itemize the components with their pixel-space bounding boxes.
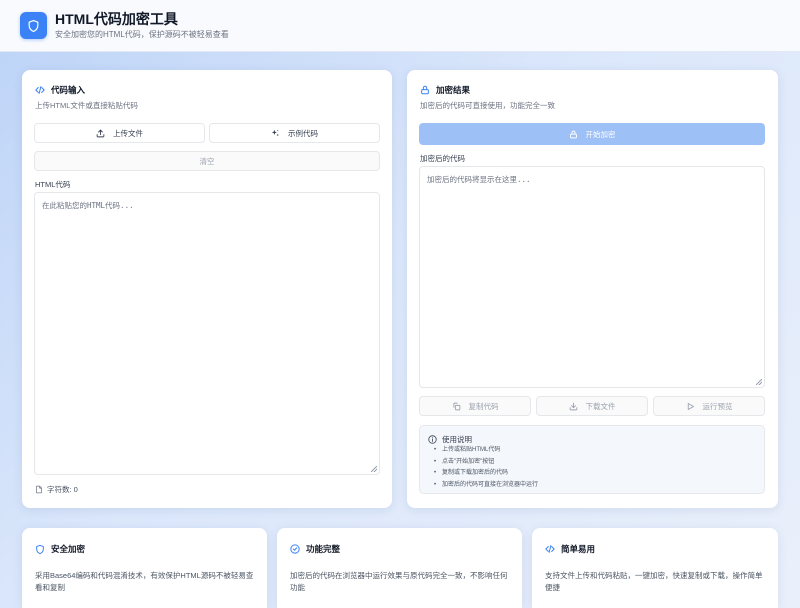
input-panel-description: 上传HTML文件或直接粘贴代码 — [35, 101, 138, 110]
resize-handle[interactable] — [371, 466, 377, 472]
download-icon — [569, 402, 577, 410]
clear-button[interactable]: 清空 — [34, 151, 380, 171]
usage-instructions: 使用说明 上传或粘贴HTML代码 点击"开始加密"按钮 复制或下载加密后的代码 … — [419, 425, 765, 494]
html-code-placeholder: 在此粘贴您的HTML代码... — [42, 201, 134, 210]
encrypted-code-placeholder: 加密后的代码将显示在这里... — [427, 175, 531, 184]
feature-description: 加密后的代码在浏览器中运行效果与原代码完全一致，不影响任何功能 — [290, 571, 508, 592]
file-icon — [35, 485, 43, 494]
app-logo — [20, 12, 47, 39]
usage-title: 使用说明 — [442, 435, 472, 444]
check-circle-icon — [290, 544, 300, 554]
upload-file-label: 上传文件 — [113, 128, 143, 138]
app-header: HTML代码加密工具 安全加密您的HTML代码，保护源码不被轻易查看 — [0, 0, 800, 52]
start-encrypt-label: 开始加密 — [585, 129, 616, 139]
clear-label: 清空 — [199, 156, 215, 166]
sparkle-icon — [271, 129, 279, 136]
feature-card-easy: 简单易用 支持文件上传和代码粘贴，一键加密，快速复制或下载，操作简单便捷 — [532, 528, 778, 608]
download-file-button[interactable]: 下载文件 — [536, 396, 648, 416]
usage-item: 加密后的代码可直接在浏览器中运行 — [428, 480, 538, 492]
play-icon — [687, 402, 694, 410]
html-code-label: HTML代码 — [35, 180, 71, 189]
feature-card-security: 安全加密 采用Base64编码和代码混淆技术，有效保护HTML源码不被轻易查看和… — [22, 528, 267, 608]
copy-icon — [452, 402, 460, 410]
output-panel-title: 加密结果 — [436, 85, 471, 95]
output-panel: 加密结果 加密后的代码可直接使用，功能完全一致 开始加密 加密后的代码 加密后的… — [407, 70, 778, 508]
lock-icon — [420, 85, 430, 95]
char-count: 字符数: 0 — [47, 485, 78, 494]
lock-icon — [569, 130, 577, 138]
resize-handle[interactable] — [756, 379, 762, 385]
copy-code-label: 复制代码 — [468, 401, 499, 411]
feature-title: 功能完整 — [306, 544, 341, 554]
output-panel-description: 加密后的代码可直接使用，功能完全一致 — [420, 101, 555, 110]
upload-file-button[interactable]: 上传文件 — [34, 123, 205, 143]
upload-icon — [96, 129, 105, 137]
info-icon — [428, 435, 437, 444]
input-panel: 代码输入 上传HTML文件或直接粘贴代码 上传文件 示例代码 清空 HTML代码… — [22, 70, 392, 508]
shield-icon — [36, 544, 44, 554]
input-panel-title: 代码输入 — [51, 85, 86, 95]
feature-description: 采用Base64编码和代码混淆技术，有效保护HTML源码不被轻易查看和复制 — [35, 571, 254, 592]
shield-icon — [28, 19, 39, 32]
feature-title: 安全加密 — [51, 544, 86, 554]
feature-description: 支持文件上传和代码粘贴，一键加密，快速复制或下载，操作简单便捷 — [545, 571, 763, 592]
run-preview-button[interactable]: 运行预览 — [653, 396, 765, 416]
start-encrypt-button[interactable]: 开始加密 — [419, 123, 765, 145]
encrypted-code-output[interactable]: 加密后的代码将显示在这里... — [419, 166, 765, 388]
usage-item: 点击"开始加密"按钮 — [428, 457, 538, 469]
app-subtitle: 安全加密您的HTML代码，保护源码不被轻易查看 — [55, 30, 229, 39]
download-file-label: 下载文件 — [585, 401, 616, 411]
feature-title: 简单易用 — [561, 544, 596, 554]
code-icon — [35, 85, 45, 95]
copy-code-button[interactable]: 复制代码 — [419, 396, 531, 416]
code-icon — [545, 545, 555, 553]
example-code-button[interactable]: 示例代码 — [209, 123, 380, 143]
example-code-label: 示例代码 — [288, 128, 318, 138]
usage-item: 上传或粘贴HTML代码 — [428, 445, 538, 457]
encrypted-code-label: 加密后的代码 — [420, 154, 465, 163]
usage-item: 复制或下载加密后的代码 — [428, 468, 538, 480]
html-code-input[interactable]: 在此粘贴您的HTML代码... — [34, 192, 380, 475]
run-preview-label: 运行预览 — [702, 401, 733, 411]
feature-card-complete: 功能完整 加密后的代码在浏览器中运行效果与原代码完全一致，不影响任何功能 — [277, 528, 522, 608]
app-title: HTML代码加密工具 — [55, 11, 178, 27]
